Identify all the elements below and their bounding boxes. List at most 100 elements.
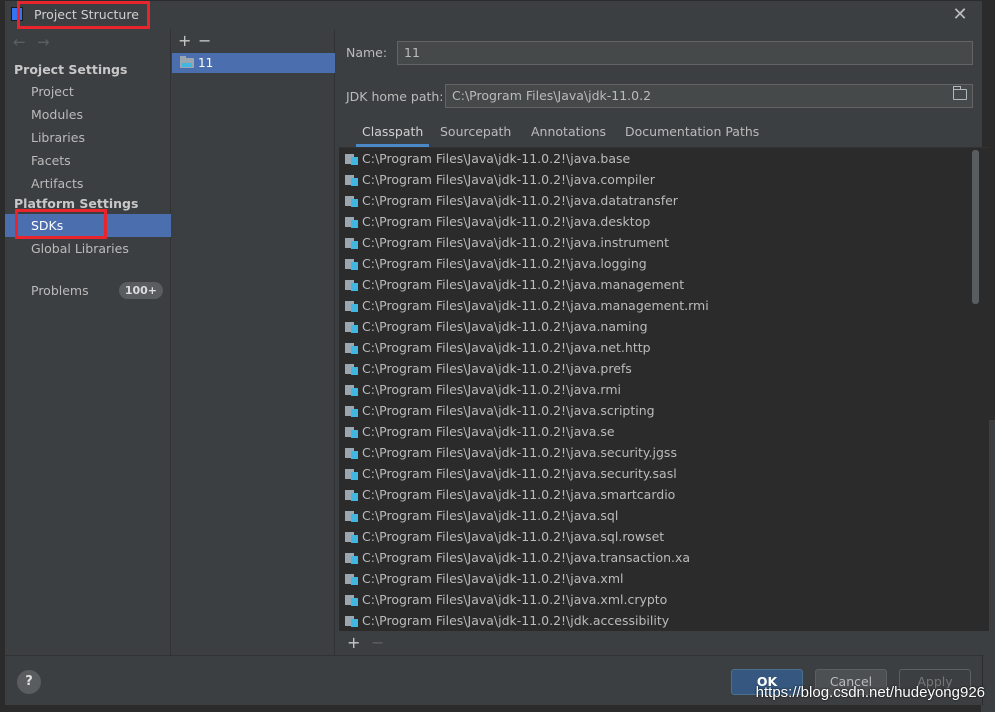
- tab-documentation-paths[interactable]: Documentation Paths: [625, 121, 759, 147]
- classpath-row[interactable]: C:\Program Files\Java\jdk-11.0.2!\java.x…: [339, 568, 969, 589]
- back-arrow-icon[interactable]: ←: [13, 33, 31, 51]
- title-bar: Project Structure ✕: [5, 1, 982, 29]
- jar-module-icon: [345, 489, 358, 501]
- remove-sdk-icon[interactable]: −: [198, 31, 218, 50]
- forward-arrow-icon[interactable]: →: [37, 33, 55, 51]
- close-icon[interactable]: ✕: [950, 5, 970, 25]
- classpath-row[interactable]: C:\Program Files\Java\jdk-11.0.2!\java.s…: [339, 421, 969, 442]
- classpath-row[interactable]: C:\Program Files\Java\jdk-11.0.2!\java.c…: [339, 169, 969, 190]
- classpath-entry-label: C:\Program Files\Java\jdk-11.0.2!\java.x…: [362, 571, 624, 586]
- classpath-row[interactable]: C:\Program Files\Java\jdk-11.0.2!\java.p…: [339, 358, 969, 379]
- classpath-row[interactable]: C:\Program Files\Java\jdk-11.0.2!\java.x…: [339, 589, 969, 610]
- nav-item-libraries[interactable]: Libraries: [5, 126, 171, 149]
- nav-item-global-libraries[interactable]: Global Libraries: [5, 237, 171, 260]
- nav-history: ← →: [13, 33, 61, 51]
- classpath-entry-label: C:\Program Files\Java\jdk-11.0.2!\java.s…: [362, 445, 677, 460]
- nav-item-artifacts[interactable]: Artifacts: [5, 172, 171, 195]
- platform-settings-heading: Platform Settings: [14, 196, 139, 211]
- jar-module-icon: [345, 426, 358, 438]
- sdk-list-panel: + − 11: [172, 29, 335, 655]
- classpath-entry-label: C:\Program Files\Java\jdk-11.0.2!\java.t…: [362, 550, 691, 565]
- window-title: Project Structure: [34, 7, 139, 22]
- tab-sourcepath[interactable]: Sourcepath: [440, 121, 511, 147]
- classpath-row[interactable]: C:\Program Files\Java\jdk-11.0.2!\jdk.ac…: [339, 610, 969, 631]
- classpath-scrollbar[interactable]: [972, 150, 979, 304]
- classpath-row[interactable]: C:\Program Files\Java\jdk-11.0.2!\java.t…: [339, 547, 969, 568]
- problems-count-badge: 100+: [118, 282, 163, 299]
- jar-module-icon: [345, 447, 358, 459]
- classpath-entry-label: C:\Program Files\Java\jdk-11.0.2!\java.b…: [362, 151, 631, 166]
- nav-item-problems[interactable]: Problems 100+: [5, 279, 171, 302]
- problems-label: Problems: [31, 283, 89, 298]
- jar-module-icon: [345, 300, 358, 312]
- tab-annotations[interactable]: Annotations: [531, 121, 606, 147]
- jar-module-icon: [345, 468, 358, 480]
- classpath-entry-label: C:\Program Files\Java\jdk-11.0.2!\java.s…: [362, 403, 655, 418]
- classpath-row[interactable]: C:\Program Files\Java\jdk-11.0.2!\java.s…: [339, 484, 969, 505]
- classpath-entry-label: C:\Program Files\Java\jdk-11.0.2!\jdk.ac…: [362, 613, 670, 628]
- nav-item-modules[interactable]: Modules: [5, 103, 171, 126]
- classpath-entry-label: C:\Program Files\Java\jdk-11.0.2!\java.d…: [362, 214, 651, 229]
- jar-module-icon: [345, 279, 358, 291]
- classpath-row[interactable]: C:\Program Files\Java\jdk-11.0.2!\java.m…: [339, 274, 969, 295]
- classpath-entry-label: C:\Program Files\Java\jdk-11.0.2!\java.r…: [362, 382, 621, 397]
- classpath-entry-label: C:\Program Files\Java\jdk-11.0.2!\java.c…: [362, 172, 655, 187]
- classpath-entry-label: C:\Program Files\Java\jdk-11.0.2!\java.x…: [362, 592, 668, 607]
- csdn-watermark: https://blog.csdn.net/hudeyong926: [755, 684, 985, 701]
- help-button[interactable]: ?: [17, 670, 41, 694]
- jar-module-icon: [345, 174, 358, 186]
- classpath-row[interactable]: C:\Program Files\Java\jdk-11.0.2!\java.s…: [339, 400, 969, 421]
- jar-module-icon: [345, 615, 358, 627]
- classpath-entry-label: C:\Program Files\Java\jdk-11.0.2!\java.s…: [362, 508, 619, 523]
- classpath-toolbar: + −: [339, 631, 989, 655]
- classpath-row[interactable]: C:\Program Files\Java\jdk-11.0.2!\java.l…: [339, 253, 969, 274]
- classpath-entry-label: C:\Program Files\Java\jdk-11.0.2!\java.m…: [362, 277, 685, 292]
- classpath-row[interactable]: C:\Program Files\Java\jdk-11.0.2!\java.i…: [339, 232, 969, 253]
- classpath-row[interactable]: C:\Program Files\Java\jdk-11.0.2!\java.n…: [339, 337, 969, 358]
- jar-module-icon: [345, 195, 358, 207]
- classpath-row[interactable]: C:\Program Files\Java\jdk-11.0.2!\java.s…: [339, 442, 969, 463]
- sdk-list-toolbar: + −: [178, 31, 218, 50]
- sdk-folder-icon: [180, 56, 194, 68]
- classpath-list: C:\Program Files\Java\jdk-11.0.2!\jdk.ac…: [339, 147, 989, 631]
- jar-module-icon: [345, 153, 358, 165]
- jar-module-icon: [345, 384, 358, 396]
- nav-item-facets[interactable]: Facets: [5, 149, 171, 172]
- classpath-row[interactable]: C:\Program Files\Java\jdk-11.0.2!\java.r…: [339, 379, 969, 400]
- jar-module-icon: [345, 573, 358, 585]
- nav-item-project[interactable]: Project: [5, 80, 171, 103]
- jar-module-icon: [345, 552, 358, 564]
- nav-item-sdks[interactable]: SDKs: [5, 214, 171, 237]
- jar-module-icon: [345, 405, 358, 417]
- classpath-entry-label: C:\Program Files\Java\jdk-11.0.2!\java.s…: [362, 529, 665, 544]
- folder-browse-icon[interactable]: [953, 86, 967, 100]
- project-structure-dialog: Project Structure ✕ ← → Project Settings …: [4, 0, 989, 705]
- classpath-entry-label: C:\Program Files\Java\jdk-11.0.2!\java.n…: [362, 340, 651, 355]
- classpath-row[interactable]: C:\Program Files\Java\jdk-11.0.2!\java.s…: [339, 526, 969, 547]
- classpath-entry-label: C:\Program Files\Java\jdk-11.0.2!\java.s…: [362, 466, 677, 481]
- add-sdk-icon[interactable]: +: [178, 31, 198, 50]
- classpath-row[interactable]: C:\Program Files\Java\jdk-11.0.2!\java.d…: [339, 211, 969, 232]
- classpath-row[interactable]: C:\Program Files\Java\jdk-11.0.2!\java.m…: [339, 295, 969, 316]
- jdk-home-field[interactable]: C:\Program Files\Java\jdk-11.0.2: [445, 84, 973, 108]
- classpath-row[interactable]: C:\Program Files\Java\jdk-11.0.2!\java.s…: [339, 505, 969, 526]
- sdk-item-11[interactable]: 11: [172, 53, 335, 73]
- jdk-home-label: JDK home path:: [346, 89, 444, 104]
- jdk-home-value: C:\Program Files\Java\jdk-11.0.2: [452, 88, 652, 103]
- add-path-icon[interactable]: +: [347, 633, 360, 652]
- classpath-row[interactable]: C:\Program Files\Java\jdk-11.0.2!\java.d…: [339, 190, 969, 211]
- jar-module-icon: [345, 510, 358, 522]
- jar-module-icon: [345, 531, 358, 543]
- classpath-row[interactable]: C:\Program Files\Java\jdk-11.0.2!\java.n…: [339, 316, 969, 337]
- tab-classpath[interactable]: Classpath: [356, 121, 430, 147]
- settings-nav: ← → Project Settings Project Modules Libr…: [5, 29, 171, 655]
- remove-path-icon[interactable]: −: [371, 633, 384, 652]
- classpath-entry-label: C:\Program Files\Java\jdk-11.0.2!\java.m…: [362, 298, 709, 313]
- classpath-entry-label: C:\Program Files\Java\jdk-11.0.2!\java.n…: [362, 319, 648, 334]
- classpath-entry-label: C:\Program Files\Java\jdk-11.0.2!\java.s…: [362, 424, 615, 439]
- name-field[interactable]: 11: [397, 41, 973, 65]
- classpath-row[interactable]: C:\Program Files\Java\jdk-11.0.2!\java.s…: [339, 463, 969, 484]
- classpath-entry-label: C:\Program Files\Java\jdk-11.0.2!\java.d…: [362, 193, 678, 208]
- classpath-row[interactable]: C:\Program Files\Java\jdk-11.0.2!\java.b…: [339, 148, 969, 169]
- jar-module-icon: [345, 258, 358, 270]
